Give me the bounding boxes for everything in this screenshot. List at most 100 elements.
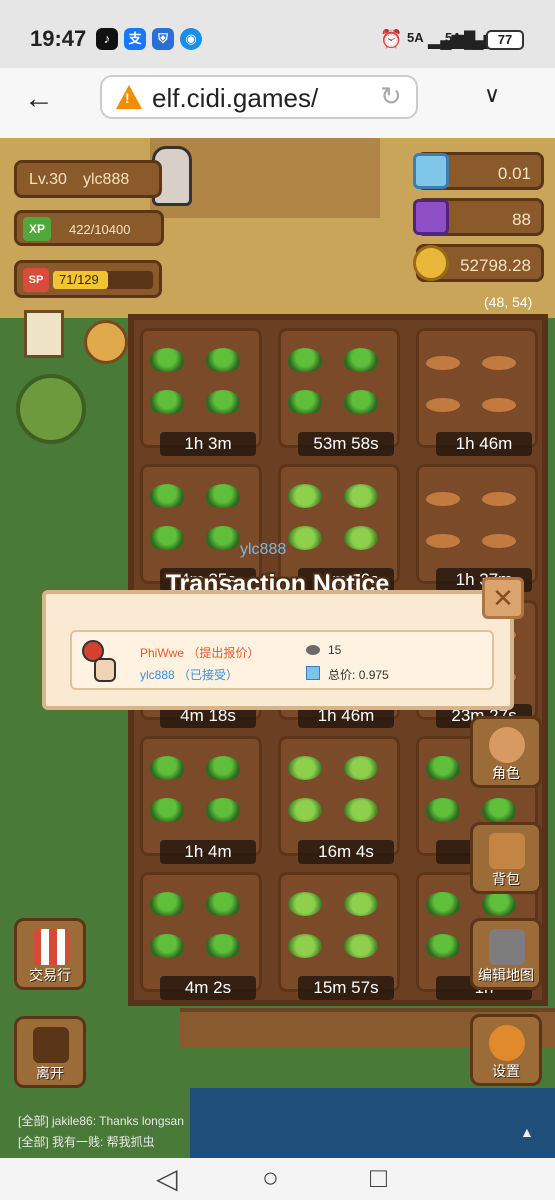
sprout-crop-icon <box>206 756 240 780</box>
farm-plot[interactable]: 15m 57s <box>278 872 400 1000</box>
plot-timer: 4m 2s <box>160 976 256 1000</box>
sprout-crop-icon <box>150 934 184 958</box>
address-bar[interactable]: ! elf.cidi.games/ ↻ <box>100 75 418 119</box>
sprout-crop-icon <box>426 798 460 822</box>
transaction-row: PhiWwe （提出报价） ylc888 （已接受） 15 总价: 0.975 <box>70 630 494 690</box>
coin-icon <box>413 245 449 281</box>
chat-panel[interactable]: [全部] jakile86: Thanks longsan [全部] 我有一贱:… <box>0 1108 200 1158</box>
sprout-crop-icon <box>344 348 378 372</box>
chevron-down-icon[interactable]: ∨ <box>484 82 500 108</box>
farm-plot[interactable]: 16m 4s <box>278 736 400 864</box>
crystal-value: 88 <box>512 210 531 229</box>
melon-crop-icon <box>288 892 322 916</box>
farm-plot[interactable]: 1h 46m <box>416 328 538 456</box>
bag-icon <box>489 833 525 869</box>
character-icon <box>489 727 525 763</box>
character-button[interactable]: 角色 <box>470 716 542 788</box>
plot-timer: 1h 3m <box>160 432 256 456</box>
sprout-crop-icon <box>426 756 460 780</box>
melon-crop-icon <box>344 892 378 916</box>
crystal-icon[interactable] <box>413 199 449 235</box>
ore-icon <box>306 645 320 655</box>
plot-timer: 15m 57s <box>298 976 394 1000</box>
farm-plot[interactable]: 1h 3m <box>140 328 262 456</box>
edit-map-button[interactable]: 编辑地图 <box>470 918 542 990</box>
water <box>190 1088 555 1158</box>
url-text[interactable]: elf.cidi.games/ <box>152 83 318 114</box>
sprout-crop-icon <box>206 390 240 414</box>
melon-crop-icon <box>288 484 322 508</box>
browser-icon: ◉ <box>180 28 202 50</box>
chat-message: [全部] jakile86: Thanks longsan <box>18 1114 184 1128</box>
chat-expand-icon[interactable]: ▲ <box>520 1124 534 1140</box>
market-label: 交易行 <box>29 967 71 983</box>
melon-crop-icon <box>344 526 378 550</box>
nav-home-icon[interactable]: ○ <box>262 1162 279 1194</box>
alipay-icon: 支 <box>124 28 146 50</box>
traders-avatar-icon <box>82 640 118 684</box>
tiktok-icon: ♪ <box>96 28 118 50</box>
seed-crop-icon <box>426 356 460 370</box>
seed-crop-icon <box>482 534 516 548</box>
exit-door-icon <box>33 1027 69 1063</box>
sprout-crop-icon <box>206 892 240 916</box>
total-price: 总价: 0.975 <box>328 666 389 683</box>
farm-plot[interactable]: 4m 35s <box>140 464 262 592</box>
farm-plot[interactable]: 53m 58s <box>278 328 400 456</box>
overhead-player-name: ylc888 <box>240 541 287 558</box>
sp-value: 71/129 <box>59 272 99 287</box>
plot-timer: 16m 4s <box>298 840 394 864</box>
sprout-crop-icon <box>206 526 240 550</box>
market-button[interactable]: 交易行 <box>14 918 86 990</box>
total-price-value: 0.975 <box>358 668 389 682</box>
sprout-crop-icon <box>150 484 184 508</box>
sprout-crop-icon <box>150 892 184 916</box>
farm-plot[interactable]: 4m 2s <box>140 872 262 1000</box>
sprout-crop-icon <box>482 892 516 916</box>
sprout-crop-icon <box>482 798 516 822</box>
melon-crop-icon <box>288 798 322 822</box>
quantity: 15 <box>328 643 342 657</box>
signal-1-label: 5A <box>407 30 424 45</box>
level-panel[interactable]: Lv.30 ylc888 <box>14 160 162 198</box>
leave-label: 离开 <box>36 1065 64 1081</box>
quest-scroll-icon[interactable] <box>24 310 64 358</box>
sprout-crop-icon <box>150 348 184 372</box>
system-nav-bar: ◁ ○ □ <box>0 1158 555 1200</box>
back-button[interactable]: ← <box>24 82 54 116</box>
close-button[interactable]: ✕ <box>482 577 524 619</box>
pet-icon[interactable] <box>16 374 86 444</box>
sprout-crop-icon <box>150 798 184 822</box>
leave-button[interactable]: 离开 <box>14 1016 86 1088</box>
farm-plot[interactable]: 1h 4m <box>140 736 262 864</box>
gem-panel: 0.01 <box>413 152 544 190</box>
buyer-status: ylc888 （已接受） <box>140 668 239 682</box>
gem-value: 0.01 <box>497 164 531 183</box>
status-bar: 19:47 ♪ 支 ⛨ ◉ ⏰ 5A ▂▄▆█ 5A ▂▄▆█ 77 <box>0 0 555 68</box>
browser-toolbar: ← ! elf.cidi.games/ ↻ ∨ <box>0 68 555 138</box>
gear-icon <box>489 1025 525 1061</box>
sprout-crop-icon <box>150 390 184 414</box>
nav-recents-icon[interactable]: □ <box>370 1162 387 1194</box>
sprout-crop-icon <box>206 484 240 508</box>
sprout-crop-icon <box>426 934 460 958</box>
seed-crop-icon <box>426 398 460 412</box>
bag-label: 背包 <box>492 871 520 887</box>
sprout-crop-icon <box>206 934 240 958</box>
farm-plot[interactable]: 16m 16s <box>278 464 400 592</box>
sp-icon: SP <box>23 268 49 292</box>
settings-button[interactable]: 设置 <box>470 1014 542 1086</box>
xp-panel: XP 422/10400 <box>14 210 164 246</box>
bag-button[interactable]: 背包 <box>470 822 542 894</box>
seed-crop-icon <box>482 398 516 412</box>
seed-crop-icon <box>482 356 516 370</box>
reload-icon[interactable]: ↻ <box>380 81 402 112</box>
gem-icon <box>306 666 320 680</box>
battery-indicator: 77 <box>486 30 524 50</box>
compass-icon[interactable] <box>84 320 128 364</box>
map-coordinates: (48, 54) <box>484 294 533 310</box>
coin-panel: 52798.28 <box>413 244 544 282</box>
nav-back-icon[interactable]: ◁ <box>156 1162 178 1195</box>
farm-plot[interactable]: 1h 37m <box>416 464 538 592</box>
sprout-crop-icon <box>288 348 322 372</box>
